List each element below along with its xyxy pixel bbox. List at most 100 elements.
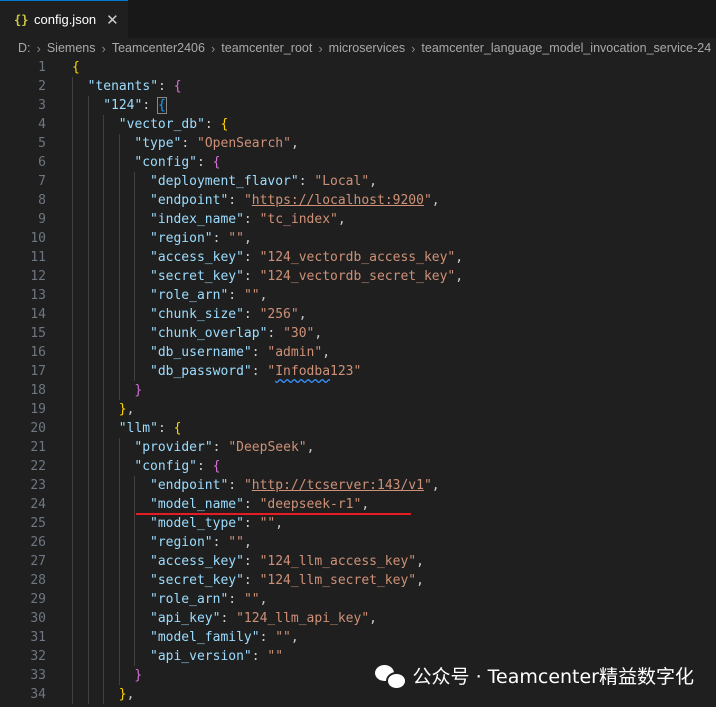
breadcrumb-item[interactable]: D: <box>18 41 31 55</box>
json-string: https://localhost:9200 <box>251 193 424 208</box>
chevron-right-icon: › <box>210 40 216 56</box>
json-punctuation: , <box>306 440 315 455</box>
code-line[interactable]: "secret_key": "124_vectordb_secret_key", <box>150 267 463 286</box>
close-icon[interactable]: ✕ <box>106 11 119 29</box>
json-punctuation: : <box>212 231 229 246</box>
code-line[interactable]: { <box>72 58 80 77</box>
code-line[interactable]: "model_type": "", <box>150 514 283 533</box>
code-line[interactable]: "llm": { <box>119 419 182 438</box>
code-line[interactable]: "124": { <box>103 96 167 115</box>
breadcrumb-item[interactable]: Siemens <box>47 41 96 55</box>
json-punctuation: : <box>243 516 260 531</box>
code-line[interactable]: "api_key": "124_llm_api_key", <box>150 609 377 628</box>
json-punctuation: : <box>228 193 244 208</box>
json-punctuation: { <box>212 459 221 474</box>
json-string: "" <box>275 630 291 645</box>
code-line[interactable]: "type": "OpenSearch", <box>134 134 298 153</box>
code-line[interactable]: "provider": "DeepSeek", <box>134 438 314 457</box>
code-line[interactable]: }, <box>119 685 135 704</box>
line-number: 33 <box>30 668 46 683</box>
code-line[interactable]: }, <box>119 400 135 419</box>
json-string: "124_vectordb_secret_key" <box>259 269 456 284</box>
json-punctuation: , <box>337 212 346 227</box>
watermark: 公众号 · Teamcenter精益数字化 <box>374 662 694 690</box>
code-line[interactable]: "config": { <box>134 457 220 476</box>
json-punctuation: : <box>220 611 237 626</box>
json-punctuation: , <box>455 269 464 284</box>
json-string: "DeepSeek" <box>228 440 307 455</box>
code-line[interactable]: "vector_db": { <box>119 115 229 134</box>
breadcrumb-item[interactable]: teamcenter_root <box>221 41 312 55</box>
tab-config-json[interactable]: {} config.json ✕ <box>0 0 128 38</box>
code-area[interactable]: {"tenants": {"124": {"vector_db": {"type… <box>72 58 716 707</box>
json-punctuation: , <box>259 592 268 607</box>
json-key: "vector_db" <box>118 117 205 132</box>
json-punctuation: : <box>251 649 268 664</box>
line-number: 5 <box>38 136 46 151</box>
code-line[interactable]: "role_arn": "", <box>150 286 267 305</box>
code-line[interactable]: } <box>134 666 142 685</box>
code-line[interactable]: "endpoint": "http://tcserver:143/v1", <box>150 476 440 495</box>
json-key: "endpoint" <box>150 478 229 493</box>
code-line[interactable]: "chunk_size": "256", <box>150 305 307 324</box>
code-line[interactable]: "chunk_overlap": "30", <box>150 324 322 343</box>
code-line[interactable]: "region": "", <box>150 229 252 248</box>
json-key: "access_key" <box>150 554 244 569</box>
code-line[interactable]: "access_key": "124_vectordb_access_key", <box>150 248 463 267</box>
code-line[interactable]: "endpoint": "https://localhost:9200", <box>150 191 440 210</box>
json-punctuation: : <box>158 79 174 94</box>
json-punctuation: , <box>314 326 323 341</box>
json-punctuation: , <box>259 288 268 303</box>
code-line[interactable]: "secret_key": "124_llm_secret_key", <box>150 571 424 590</box>
code-line[interactable]: "role_arn": "", <box>150 590 267 609</box>
json-punctuation: { <box>220 117 229 132</box>
line-number: 12 <box>30 269 46 284</box>
line-number: 18 <box>30 383 46 398</box>
line-number: 3 <box>38 98 46 113</box>
breadcrumb-item[interactable]: microservices <box>329 41 405 55</box>
json-string: "124_llm_secret_key" <box>259 573 417 588</box>
line-number: 2 <box>38 79 46 94</box>
line-number: 6 <box>38 155 46 170</box>
code-line[interactable]: "config": { <box>134 153 220 172</box>
json-string: "" <box>259 516 276 531</box>
json-punctuation: , <box>361 497 370 512</box>
json-punctuation: { <box>212 155 221 170</box>
json-punctuation: , <box>369 174 377 189</box>
code-editor[interactable]: 1 2 3 4 5 6 7 8 9 10 11 12 13 14 15 16 17 18 19 20 21 22 23 24 2… <box>0 58 716 707</box>
json-punctuation: : <box>259 630 276 645</box>
json-key: "model_name" <box>150 497 244 512</box>
line-number: 10 <box>30 231 46 246</box>
json-key: "model_type" <box>150 516 244 531</box>
json-punctuation: : <box>243 497 260 512</box>
code-line[interactable]: "tenants": { <box>88 77 182 96</box>
json-string: "deepseek-r1" <box>259 497 362 512</box>
json-punctuation: : <box>228 288 244 303</box>
code-line[interactable]: "region": "", <box>150 533 252 552</box>
json-punctuation: , <box>455 250 464 265</box>
line-number: 19 <box>30 402 46 417</box>
code-line[interactable]: } <box>134 381 142 400</box>
code-line[interactable]: "db_username": "admin", <box>150 343 330 362</box>
line-number: 4 <box>38 117 46 132</box>
code-line[interactable]: "model_name": "deepseek-r1", <box>150 495 369 514</box>
json-punctuation: : <box>212 535 229 550</box>
json-punctuation: , <box>369 611 377 626</box>
json-punctuation: : <box>228 592 244 607</box>
line-number: 13 <box>30 288 46 303</box>
code-line[interactable]: "model_family": "", <box>150 628 299 647</box>
tab-title: config.json <box>34 12 97 27</box>
watermark-text: 公众号 · Teamcenter精益数字化 <box>412 666 694 688</box>
line-number: 8 <box>38 193 46 208</box>
code-line[interactable]: "access_key": "124_llm_access_key", <box>150 552 424 571</box>
code-line[interactable]: "deployment_flavor": "Local", <box>150 172 377 191</box>
line-number: 26 <box>30 535 46 550</box>
breadcrumb-item[interactable]: teamcenter_language_model_invocation_ser… <box>421 41 711 55</box>
code-line[interactable]: "index_name": "tc_index", <box>150 210 346 229</box>
breadcrumb-item[interactable]: Teamcenter2406 <box>112 41 205 55</box>
line-number: 15 <box>30 326 46 341</box>
code-line[interactable]: "api_version": "" <box>150 647 283 666</box>
json-string: Infodba <box>275 364 331 379</box>
code-line[interactable]: "db_password": "Infodba123" <box>150 362 361 381</box>
json-string: "" <box>228 231 244 246</box>
